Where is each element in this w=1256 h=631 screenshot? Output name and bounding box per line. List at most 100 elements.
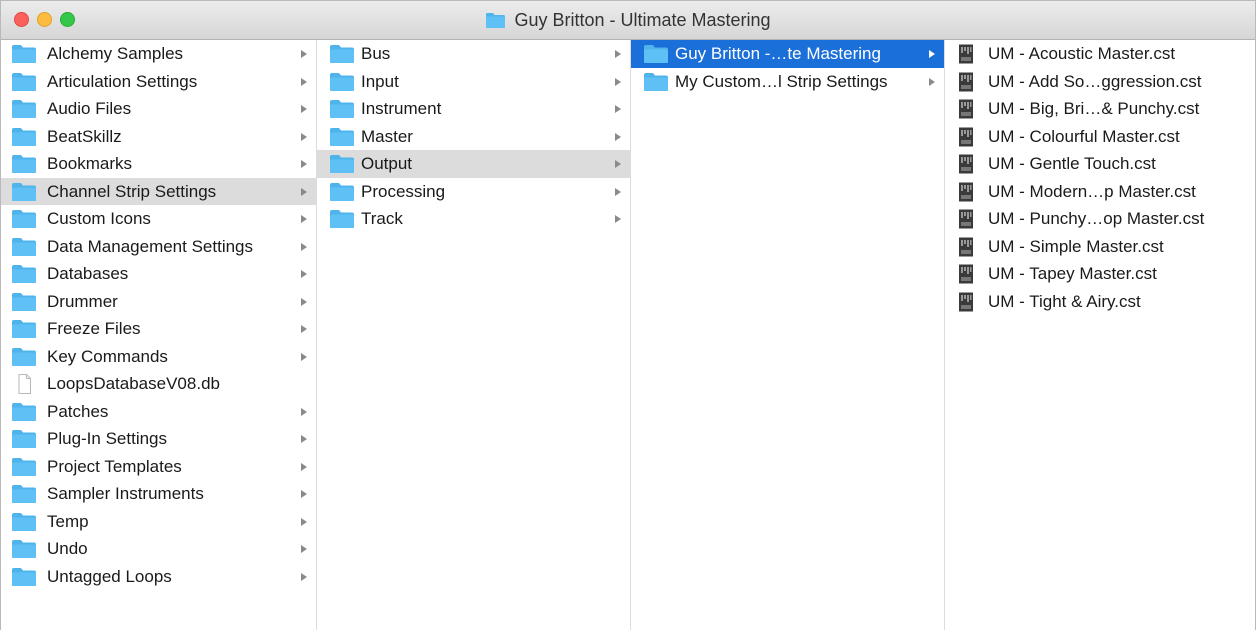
list-item[interactable]: LoopsDatabaseV08.db bbox=[1, 370, 316, 398]
folder-icon bbox=[11, 237, 37, 257]
list-item[interactable]: UM - Acoustic Master.cst bbox=[945, 40, 1255, 68]
folder-icon bbox=[11, 209, 37, 229]
list-item[interactable]: Channel Strip Settings bbox=[1, 177, 316, 205]
list-item-label: Sampler Instruments bbox=[47, 484, 204, 503]
folder-icon bbox=[11, 347, 37, 367]
list-item-label: UM - Big, Bri…& Punchy.cst bbox=[988, 99, 1200, 118]
disclosure-arrow-icon bbox=[301, 490, 307, 498]
list-item-label: Project Templates bbox=[47, 456, 182, 476]
list-item[interactable]: UM - Big, Bri…& Punchy.cst bbox=[945, 95, 1255, 123]
channel-strip-file-icon bbox=[957, 154, 983, 174]
list-item[interactable]: Master bbox=[317, 123, 630, 151]
folder-icon bbox=[485, 12, 506, 29]
list-item[interactable]: Track bbox=[317, 205, 630, 233]
list-item[interactable]: Patches bbox=[1, 398, 316, 426]
folder-icon bbox=[329, 182, 355, 202]
channel-strip-file-icon bbox=[957, 292, 983, 312]
zoom-button[interactable] bbox=[60, 12, 75, 27]
disclosure-arrow-icon bbox=[301, 407, 307, 416]
column-1[interactable]: Alchemy Samples Articulation Settings Audi… bbox=[1, 40, 317, 630]
list-item-label: UM - Modern…p Master.cst bbox=[988, 181, 1196, 201]
list-item[interactable]: Alchemy Samples bbox=[1, 40, 316, 68]
list-item-label: My Custom…l Strip Settings bbox=[675, 71, 888, 91]
disclosure-arrow-icon bbox=[615, 160, 621, 168]
list-item[interactable]: UM - Simple Master.cst bbox=[945, 233, 1255, 261]
list-item[interactable]: Freeze Files bbox=[1, 315, 316, 343]
list-item[interactable]: Input bbox=[317, 68, 630, 96]
list-item-label: Processing bbox=[361, 181, 446, 201]
list-item[interactable]: Audio Files bbox=[1, 95, 316, 123]
channel-strip-file-icon bbox=[957, 209, 983, 229]
list-item-label: UM - Add So…ggression.cst bbox=[988, 71, 1202, 91]
list-item-label: Key Commands bbox=[47, 346, 168, 366]
list-item[interactable]: Plug-In Settings bbox=[1, 425, 316, 453]
list-item[interactable]: Processing bbox=[317, 178, 630, 206]
list-item[interactable]: Guy Britton -…te Mastering bbox=[631, 40, 944, 68]
list-item[interactable]: My Custom…l Strip Settings bbox=[631, 68, 944, 96]
disclosure-arrow-icon bbox=[301, 270, 307, 278]
list-item[interactable]: BeatSkillz bbox=[1, 123, 316, 151]
folder-icon bbox=[643, 72, 669, 92]
list-item[interactable]: Articulation Settings bbox=[1, 68, 316, 96]
list-item-label: Output bbox=[361, 154, 413, 173]
list-item-label: Temp bbox=[47, 511, 89, 531]
list-item[interactable]: Untagged Loops bbox=[1, 563, 316, 591]
list-item[interactable]: Bookmarks bbox=[1, 150, 316, 178]
folder-icon bbox=[11, 72, 37, 92]
list-item[interactable]: Bus bbox=[317, 40, 630, 68]
list-item-label: Plug-In Settings bbox=[47, 429, 168, 448]
column-4[interactable]: UM - Acoustic Master.cst UM - Add So…ggre… bbox=[945, 40, 1255, 630]
list-item[interactable]: Project Templates bbox=[1, 453, 316, 481]
window-title: Guy Britton - Ultimate Mastering bbox=[485, 10, 771, 31]
disclosure-arrow-icon bbox=[929, 77, 935, 86]
list-item-label: UM - Tapey Master.cst bbox=[988, 264, 1157, 283]
list-item[interactable]: Drummer bbox=[1, 288, 316, 316]
list-item[interactable]: Undo bbox=[1, 535, 316, 563]
list-item-label: BeatSkillz bbox=[47, 126, 122, 146]
list-item[interactable]: UM - Punchy…op Master.cst bbox=[945, 205, 1255, 233]
folder-icon bbox=[329, 154, 355, 174]
list-item[interactable]: UM - Tight & Airy.cst bbox=[945, 288, 1255, 316]
title-bar[interactable]: Guy Britton - Ultimate Mastering bbox=[1, 1, 1255, 40]
folder-icon bbox=[329, 72, 355, 92]
list-item-label: Audio Files bbox=[47, 99, 132, 118]
disclosure-arrow-icon bbox=[615, 50, 621, 58]
disclosure-arrow-icon bbox=[615, 132, 621, 141]
list-item-label: Articulation Settings bbox=[47, 71, 198, 91]
folder-icon bbox=[643, 44, 669, 64]
folder-icon bbox=[11, 457, 37, 477]
list-item[interactable]: Data Management Settings bbox=[1, 233, 316, 261]
list-item[interactable]: Temp bbox=[1, 508, 316, 536]
disclosure-arrow-icon bbox=[301, 160, 307, 168]
channel-strip-file-icon bbox=[957, 44, 983, 64]
list-item[interactable]: Custom Icons bbox=[1, 205, 316, 233]
list-item[interactable]: Output bbox=[317, 150, 630, 178]
folder-icon bbox=[329, 127, 355, 147]
disclosure-arrow-icon bbox=[301, 325, 307, 333]
disclosure-arrow-icon bbox=[301, 77, 307, 86]
list-item-label: Bus bbox=[361, 44, 391, 63]
folder-icon bbox=[11, 429, 37, 449]
channel-strip-file-icon bbox=[957, 72, 983, 92]
list-item[interactable]: Databases bbox=[1, 260, 316, 288]
minimize-button[interactable] bbox=[37, 12, 52, 27]
list-item[interactable]: Sampler Instruments bbox=[1, 480, 316, 508]
column-3[interactable]: Guy Britton -…te Mastering My Custom…l St… bbox=[631, 40, 945, 630]
list-item[interactable]: UM - Tapey Master.cst bbox=[945, 260, 1255, 288]
channel-strip-file-icon bbox=[957, 264, 983, 284]
list-item[interactable]: Key Commands bbox=[1, 343, 316, 371]
list-item-label: Bookmarks bbox=[47, 154, 133, 173]
disclosure-arrow-icon bbox=[929, 50, 935, 58]
close-button[interactable] bbox=[14, 12, 29, 27]
list-item[interactable]: UM - Add So…ggression.cst bbox=[945, 68, 1255, 96]
disclosure-arrow-icon bbox=[615, 105, 621, 113]
list-item-label: Drummer bbox=[47, 291, 118, 311]
list-item[interactable]: UM - Colourful Master.cst bbox=[945, 123, 1255, 151]
disclosure-arrow-icon bbox=[615, 187, 621, 196]
column-2[interactable]: Bus Input Instrument Master Output Processing… bbox=[317, 40, 631, 630]
column-2-list: Bus Input Instrument Master Output Processing… bbox=[317, 40, 630, 233]
list-item[interactable]: UM - Modern…p Master.cst bbox=[945, 178, 1255, 206]
disclosure-arrow-icon bbox=[301, 517, 307, 526]
list-item[interactable]: UM - Gentle Touch.cst bbox=[945, 150, 1255, 178]
list-item[interactable]: Instrument bbox=[317, 95, 630, 123]
